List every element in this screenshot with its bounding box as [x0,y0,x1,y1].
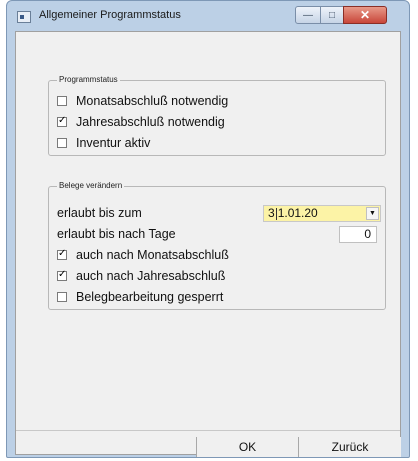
erlaubt-bis-zum-row: erlaubt bis zum [57,205,142,221]
belegbearbeitung-gesperrt-checkbox-row[interactable]: Belegbearbeitung gesperrt [57,289,223,305]
jahresabschluss-label: Jahresabschluß notwendig [76,115,225,129]
erlaubt-bis-tage-row: erlaubt bis nach Tage [57,226,176,242]
ok-button[interactable]: OK [196,437,298,457]
nach-jahresabschluss-checkbox-row[interactable]: auch nach Jahresabschluß [57,268,225,284]
nach-jahresabschluss-checkbox[interactable] [57,269,67,281]
nach-monatsabschluss-checkbox[interactable] [57,248,67,260]
inventur-checkbox-row[interactable]: Inventur aktiv [57,135,150,151]
date-value-rest: 1.01.20 [277,206,318,220]
monatsabschluss-checkbox-row[interactable]: Monatsabschluß notwendig [57,93,228,109]
inventur-checkbox[interactable] [57,138,67,148]
erlaubt-bis-zum-label: erlaubt bis zum [57,206,142,220]
dropdown-arrow-icon[interactable]: ▼ [366,207,379,220]
date-combobox[interactable]: 3 1.01.20 ▼ [263,205,381,222]
inventur-label: Inventur aktiv [76,136,151,150]
minimize-button[interactable]: — [295,6,321,24]
belege-group: Belege verändern erlaubt bis zum 3 1.01.2… [48,181,386,310]
footer-divider [16,430,400,431]
nach-monatsabschluss-checkbox-row[interactable]: auch nach Monatsabschluß [57,247,229,263]
nach-monatsabschluss-label: auch nach Monatsabschluß [76,248,229,262]
programmstatus-group-title: Programmstatus [57,75,120,84]
dialog-window: Allgemeiner Programmstatus — □ ✕ Program… [6,0,410,458]
programmstatus-group: Programmstatus Monatsabschluß notwendig … [48,75,386,156]
belegbearbeitung-gesperrt-checkbox[interactable] [57,292,67,302]
nach-jahresabschluss-label: auch nach Jahresabschluß [76,269,226,283]
monatsabschluss-label: Monatsabschluß notwendig [76,94,229,108]
monatsabschluss-checkbox[interactable] [57,96,67,106]
erlaubt-bis-tage-label: erlaubt bis nach Tage [57,227,176,241]
jahresabschluss-checkbox-row[interactable]: Jahresabschluß notwendig [57,114,225,130]
back-button[interactable]: Zurück [298,437,401,457]
tage-input[interactable]: 0 [339,226,377,243]
close-button[interactable]: ✕ [343,6,387,24]
belegbearbeitung-gesperrt-label: Belegbearbeitung gesperrt [76,290,224,304]
title-bar[interactable]: Allgemeiner Programmstatus — □ ✕ [7,1,409,31]
belege-group-title: Belege verändern [57,181,125,190]
dialog-client-area: Programmstatus Monatsabschluß notwendig … [15,31,401,457]
window-title: Allgemeiner Programmstatus [39,9,181,21]
app-icon [17,11,31,23]
text-cursor [275,207,277,220]
maximize-button[interactable]: □ [320,6,344,24]
date-value-prefix: 3 [268,206,275,220]
jahresabschluss-checkbox[interactable] [57,115,67,127]
